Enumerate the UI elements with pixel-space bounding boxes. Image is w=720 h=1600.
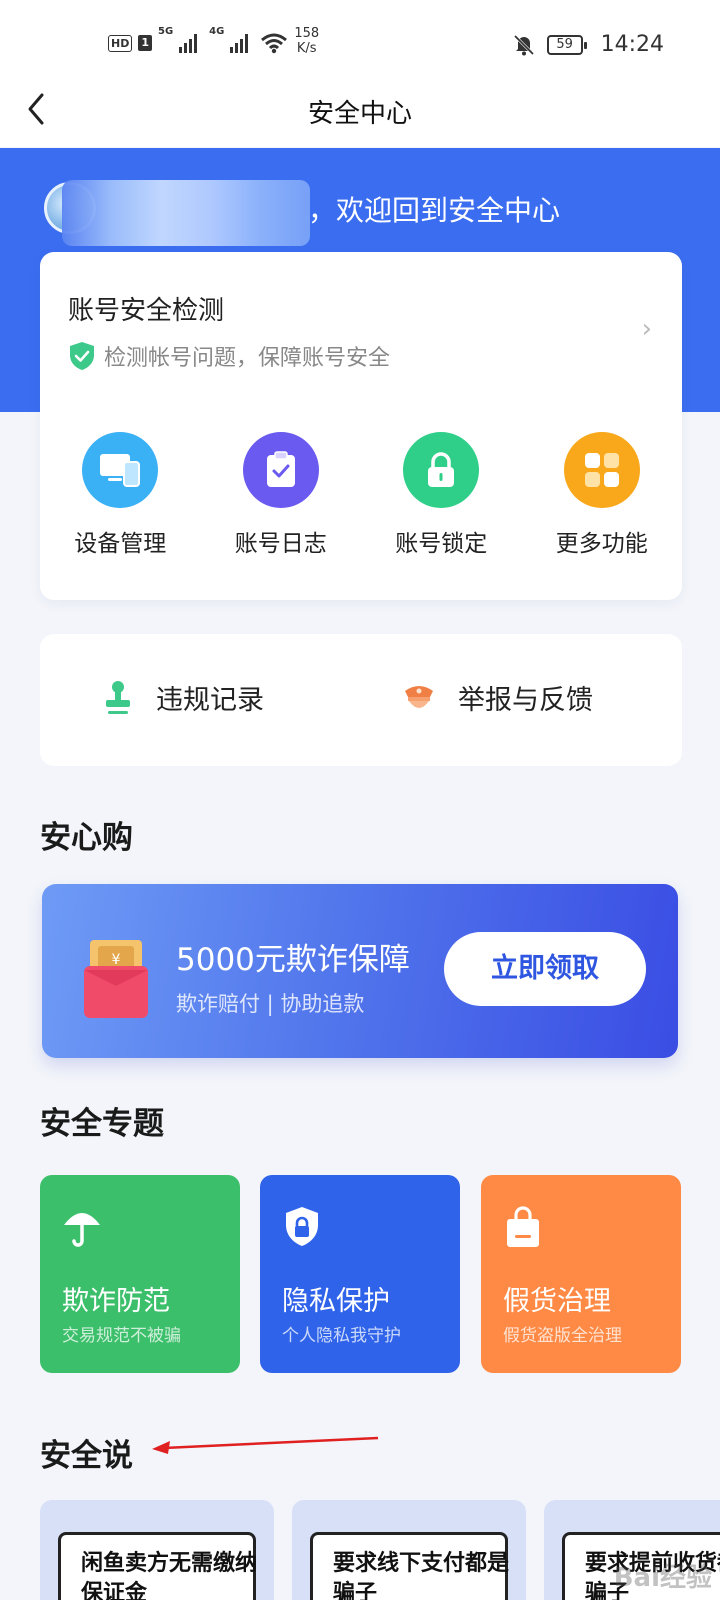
hd-badge: HD	[108, 34, 133, 52]
account-check-title: 账号安全检测	[68, 296, 225, 326]
claim-now-button[interactable]: 立即领取	[444, 932, 646, 1006]
network-4g-label: 4G	[209, 26, 225, 37]
signal-icon-2	[230, 33, 249, 53]
network-5g-label: 5G	[158, 26, 174, 37]
talk-card-text: 要求线下支付都是骗子	[333, 1551, 510, 1600]
nav-bar: 安全中心	[0, 75, 720, 147]
promo-banner[interactable]: ¥ 5000元欺诈保障 欺诈赔付 | 协助追款 立即领取	[42, 884, 678, 1058]
topic-title: 假货治理	[503, 1286, 611, 1317]
clipboard-check-icon	[242, 432, 319, 508]
topic-title: 欺诈防范	[62, 1286, 170, 1317]
talk-card-poster: 要求线下支付都是骗子	[310, 1532, 510, 1600]
quick-label: 账号锁定	[395, 531, 488, 557]
quick-item-device-management[interactable]: 设备管理	[40, 432, 201, 558]
promo-subtitle: 欺诈赔付 | 协助追款	[176, 992, 365, 1016]
clock: 14:24	[600, 32, 664, 57]
red-arrow-annotation	[152, 1436, 379, 1454]
topic-card-fraud-prevention[interactable]: 欺诈防范 交易规范不被骗	[40, 1175, 240, 1373]
speed-value: 158	[294, 26, 320, 41]
talk-card-poster: 闲鱼卖方无需缴纳保证金	[58, 1532, 258, 1600]
umbrella-icon	[64, 1213, 100, 1247]
talk-card-text: 闲鱼卖方无需缴纳保证金	[81, 1551, 258, 1600]
violation-record-button[interactable]: 违规记录	[102, 678, 264, 717]
stamp-icon	[106, 680, 130, 714]
page-title: 安全中心	[307, 99, 412, 129]
promo-title: 5000元欺诈保障	[176, 942, 410, 978]
account-check-card: 账号安全检测 检测帐号问题，保障账号安全 › 设备管理 账号日志 账号锁定 更多…	[40, 252, 682, 600]
quick-label: 账号日志	[234, 531, 327, 557]
signal-icon	[179, 33, 198, 53]
chevron-right-icon: ›	[641, 314, 652, 344]
shield-lock-icon	[286, 1207, 318, 1246]
quick-label: 设备管理	[74, 531, 167, 557]
sim-badge: 1	[138, 35, 152, 51]
battery-icon: 59	[546, 34, 587, 55]
section-title-talk: 安全说	[40, 1438, 133, 1474]
speed-unit: K/s	[296, 41, 317, 56]
welcome-text: ，欢迎回到安全中心	[308, 194, 561, 227]
talk-card[interactable]: 要求提前收货都是骗子 Bai经验	[544, 1500, 720, 1600]
account-check-row[interactable]: 账号安全检测 检测帐号问题，保障账号安全 ›	[40, 252, 682, 392]
devices-icon	[82, 432, 159, 508]
topic-title: 隐私保护	[282, 1286, 390, 1317]
quick-actions: 设备管理 账号日志 账号锁定 更多功能	[40, 432, 682, 558]
topic-card-counterfeit[interactable]: 假货治理 假货盗版全治理	[481, 1175, 681, 1373]
talk-card[interactable]: 闲鱼卖方无需缴纳保证金	[40, 1500, 274, 1600]
status-left: HD 1 5G 4G 158 K/s	[108, 26, 319, 56]
status-right: 59 14:24	[513, 32, 664, 57]
section-title-topics: 安全专题	[40, 1106, 164, 1142]
violation-record-label: 违规记录	[156, 685, 264, 716]
svg-text:¥: ¥	[112, 952, 121, 968]
quick-label: 更多功能	[555, 531, 648, 557]
lock-icon	[403, 432, 480, 508]
network-speed: 158 K/s	[294, 26, 319, 56]
talk-card[interactable]: 要求线下支付都是骗子	[292, 1500, 526, 1600]
shield-check-icon	[70, 342, 94, 370]
grid-icon	[563, 432, 640, 508]
quick-item-account-log[interactable]: 账号日志	[201, 432, 362, 558]
topic-subtitle: 个人隐私我守护	[282, 1326, 401, 1346]
report-feedback-label: 举报与反馈	[458, 685, 593, 716]
section-title-safe-buy: 安心购	[40, 820, 133, 856]
topic-subtitle: 假货盗版全治理	[503, 1326, 622, 1346]
account-check-subtitle: 检测帐号问题，保障账号安全	[104, 346, 391, 371]
red-envelope-icon: ¥	[84, 940, 148, 1018]
wifi-icon	[261, 33, 288, 54]
report-card: 违规记录 举报与反馈	[40, 634, 682, 766]
watermark: Bai经验	[613, 1563, 712, 1593]
topic-card-privacy[interactable]: 隐私保护 个人隐私我守护	[260, 1175, 460, 1373]
quick-item-more-features[interactable]: 更多功能	[522, 432, 683, 558]
topic-subtitle: 交易规范不被骗	[62, 1326, 181, 1346]
mute-bell-icon	[513, 34, 534, 55]
shopping-bag-icon	[507, 1206, 539, 1247]
username-blurred	[62, 180, 310, 246]
police-cap-icon	[405, 685, 433, 708]
report-feedback-button[interactable]: 举报与反馈	[402, 678, 593, 717]
account-check-subtitle-row: 检测帐号问题，保障账号安全	[68, 340, 390, 372]
quick-item-account-lock[interactable]: 账号锁定	[361, 432, 522, 558]
